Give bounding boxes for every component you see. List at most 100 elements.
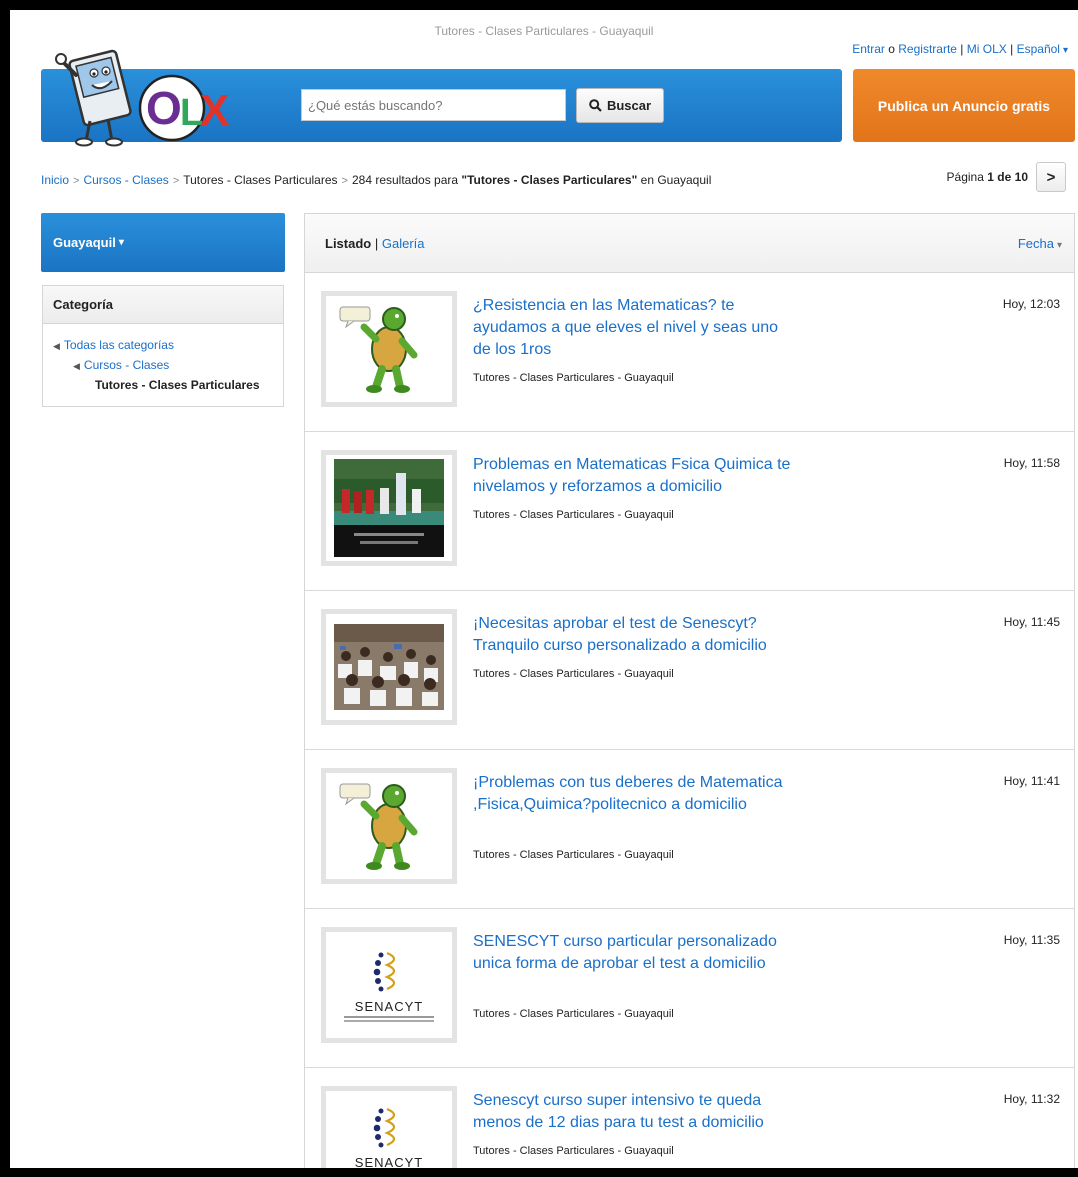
tab-list-view[interactable]: Listado	[325, 236, 371, 251]
listing-title-link[interactable]: Senescyt curso super intensivo te queda …	[473, 1090, 793, 1134]
category-item-all[interactable]: ◀ Todas las categorías	[53, 336, 273, 356]
breadcrumb: Inicio > Cursos - Clases > Tutores - Clases …	[41, 173, 711, 187]
results-suffix: en Guayaquil	[640, 173, 712, 187]
listing-thumbnail[interactable]	[321, 609, 457, 725]
chevron-right-icon: >	[1046, 168, 1056, 186]
top-links: Entrar o Registrarte | Mi OLX | Español ▾	[852, 42, 1068, 56]
category-item-courses[interactable]: ◀ Cursos - Clases	[53, 356, 273, 376]
listing-category: Tutores - Clases Particulares - Guayaqui…	[473, 1145, 674, 1157]
search-input[interactable]	[301, 89, 566, 121]
category-tree: ◀ Todas las categorías ◀ Cursos - Clases T…	[43, 324, 283, 395]
turtle-mascot-icon	[339, 306, 418, 393]
language-label: Español	[1016, 42, 1060, 56]
page-label: Página	[946, 170, 984, 184]
category-title: Categoría	[43, 286, 283, 324]
breadcrumb-separator-icon: >	[172, 175, 180, 187]
sort-dropdown[interactable]: Fecha ▾	[1018, 236, 1062, 251]
listing-thumbnail[interactable]	[321, 768, 457, 884]
logo-subtitle-line	[344, 1019, 434, 1022]
breadcrumb-courses-link[interactable]: Cursos - Clases	[83, 173, 168, 187]
listing-category: Tutores - Clases Particulares - Guayaqui…	[473, 509, 674, 521]
senacyt-logo-text: SENACYT	[354, 1155, 424, 1168]
register-link[interactable]: Registrarte	[898, 42, 957, 56]
search-button-label: Buscar	[606, 98, 652, 113]
next-page-button[interactable]: >	[1036, 162, 1066, 192]
my-olx-link[interactable]: Mi OLX	[967, 42, 1007, 56]
breadcrumb-separator-icon: >	[73, 175, 80, 187]
senacyt-logo-icon	[373, 951, 396, 991]
breadcrumb-home-link[interactable]: Inicio	[41, 173, 69, 187]
results-prefix: 284 resultados para	[351, 173, 459, 187]
publish-ad-button[interactable]: Publica un Anuncio gratis	[853, 69, 1075, 142]
listing-thumbnail[interactable]: SENACYT	[321, 927, 457, 1043]
results-panel: Listado | Galería Fecha ▾ ¿Resistencia e…	[304, 213, 1075, 1168]
results-query: "Tutores - Clases Particulares"	[461, 173, 638, 187]
category-label: Todas las categorías	[63, 338, 174, 352]
tab-gallery-view[interactable]: Galería	[382, 236, 425, 251]
listing-category: Tutores - Clases Particulares - Guayaqui…	[473, 668, 674, 680]
triangle-left-icon: ◀	[53, 341, 60, 351]
search-button[interactable]: Buscar	[576, 88, 664, 123]
category-panel: Categoría ◀ Todas las categorías ◀ Cursos …	[42, 285, 284, 407]
logo-subtitle-line	[344, 1015, 434, 1018]
listing-row[interactable]: SENACYT Senescyt curso super intensivo t…	[305, 1068, 1074, 1168]
page-current: 1	[987, 170, 994, 184]
listing-date: Hoy, 11:41	[1003, 774, 1060, 788]
listing-date: Hoy, 12:03	[1002, 297, 1060, 311]
listing-category: Tutores - Clases Particulares - Guayaqui…	[473, 372, 674, 384]
listing-thumbnail[interactable]	[321, 450, 457, 566]
mascot-icon	[55, 49, 132, 147]
listing-date: Hoy, 11:45	[1003, 615, 1060, 629]
listing-category: Tutores - Clases Particulares - Guayaqui…	[473, 1008, 674, 1020]
turtle-mascot-icon	[339, 783, 418, 870]
browser-page: Tutores - Clases Particulares - Guayaqui…	[10, 10, 1078, 1168]
listing-title-link[interactable]: SENESCYT curso particular personalizado …	[473, 931, 793, 975]
listing-row[interactable]: Problemas en Matematicas Fsica Quimica t…	[305, 432, 1074, 591]
page-indicator: Página 1 de 10	[947, 170, 1028, 184]
listing-row[interactable]: ¿Resistencia en las Matematicas? te ayud…	[305, 273, 1074, 432]
senacyt-logo-icon	[373, 1107, 396, 1148]
tab-separator: |	[374, 236, 379, 251]
listing-category: Tutores - Clases Particulares - Guayaqui…	[473, 849, 674, 861]
window-title: Tutores - Clases Particulares - Guayaqui…	[434, 24, 654, 38]
listing-thumbnail[interactable]: SENACYT	[321, 1086, 457, 1168]
separator: |	[960, 42, 964, 56]
city-selector[interactable]: Guayaquil ▾	[41, 213, 285, 272]
search-icon	[589, 99, 602, 112]
listing-row[interactable]: SENACYT SENESCYT curso particular person…	[305, 909, 1074, 1068]
listing-row[interactable]: ¡Necesitas aprobar el test de Senescyt? …	[305, 591, 1074, 750]
login-link[interactable]: Entrar	[852, 42, 885, 56]
listing-date: Hoy, 11:35	[1003, 933, 1060, 947]
page-total: 10	[1014, 170, 1028, 184]
svg-text:X: X	[200, 86, 229, 135]
page-of: de	[997, 170, 1012, 184]
category-label: Cursos - Clases	[83, 358, 170, 372]
listing-row[interactable]: ¡Problemas con tus deberes de Matematica…	[305, 750, 1074, 909]
listing-date: Hoy, 11:32	[1003, 1092, 1060, 1106]
language-selector[interactable]: Español ▾	[1017, 42, 1068, 56]
svg-text:O: O	[146, 82, 182, 134]
olx-logo[interactable]: O L X	[54, 41, 254, 151]
caret-down-icon: ▾	[118, 237, 124, 248]
listing-title-link[interactable]: ¿Resistencia en las Matematicas? te ayud…	[473, 295, 793, 361]
results-header: Listado | Galería Fecha ▾	[305, 214, 1074, 273]
caret-down-icon: ▾	[1062, 45, 1068, 56]
breadcrumb-separator-icon: >	[341, 175, 348, 187]
listing-title-link[interactable]: Problemas en Matematicas Fsica Quimica t…	[473, 454, 793, 498]
separator: |	[1010, 42, 1014, 56]
category-item-current: Tutores - Clases Particulares	[95, 378, 260, 392]
or-text: o	[888, 42, 895, 56]
listing-title-link[interactable]: ¡Problemas con tus deberes de Matematica…	[473, 772, 793, 816]
view-tabs: Listado | Galería	[325, 236, 425, 251]
group-photo-icon	[334, 459, 444, 557]
breadcrumb-current: Tutores - Clases Particulares	[183, 173, 338, 187]
listing-date: Hoy, 11:58	[1003, 456, 1060, 470]
classroom-photo-icon	[334, 624, 444, 710]
caret-down-icon: ▾	[1056, 240, 1062, 251]
listing-thumbnail[interactable]	[321, 291, 457, 407]
senacyt-logo-text: SENACYT	[354, 998, 424, 1014]
city-label: Guayaquil	[53, 235, 116, 250]
listing-title-link[interactable]: ¡Necesitas aprobar el test de Senescyt? …	[473, 613, 793, 657]
pagination: Página 1 de 10 >	[947, 162, 1066, 192]
sort-label: Fecha	[1017, 236, 1054, 251]
